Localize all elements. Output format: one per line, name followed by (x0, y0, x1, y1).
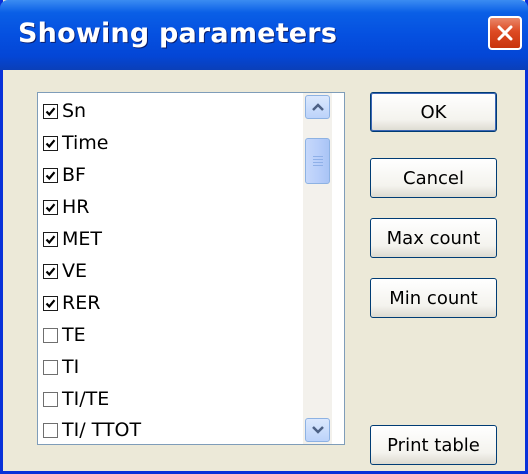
item-label: TE (62, 324, 86, 346)
list-item[interactable]: MET (43, 224, 102, 254)
checkbox[interactable] (43, 167, 58, 183)
grip-line (313, 162, 323, 163)
scroll-up-button[interactable] (305, 95, 330, 119)
checkmark-icon (45, 106, 56, 116)
checkbox[interactable] (43, 231, 58, 247)
item-label: TI/TE (62, 388, 110, 410)
chevron-down-icon (312, 426, 324, 434)
checkbox[interactable] (43, 263, 58, 279)
checkbox[interactable] (43, 135, 58, 151)
print-table-button[interactable]: Print table (370, 425, 497, 465)
checkbox[interactable] (43, 359, 58, 375)
list-item[interactable]: TE (43, 320, 86, 350)
item-label: VE (62, 260, 88, 282)
list-item[interactable]: RER (43, 288, 100, 318)
list-item[interactable]: TI/ TTOT (43, 415, 142, 444)
chevron-up-icon (312, 103, 324, 111)
close-button[interactable] (488, 16, 522, 50)
item-label: HR (62, 196, 90, 218)
checkmark-icon (45, 298, 56, 308)
list-item[interactable]: HR (43, 192, 90, 222)
checkbox[interactable] (43, 327, 58, 343)
item-label: TI/ TTOT (62, 419, 142, 441)
list-item[interactable]: TI/TE (43, 384, 109, 414)
list-item[interactable]: VE (43, 256, 87, 286)
checkbox[interactable] (43, 422, 58, 438)
list-item[interactable]: Sn (43, 96, 86, 126)
cancel-button[interactable]: Cancel (370, 158, 497, 198)
vertical-scrollbar[interactable] (303, 93, 332, 444)
checkbox[interactable] (43, 295, 58, 311)
list-item[interactable]: Time (43, 128, 109, 158)
window-title: Showing parameters (18, 18, 338, 49)
list-item[interactable]: BF (43, 160, 86, 190)
grip-line (313, 156, 323, 157)
title-bar[interactable]: Showing parameters (0, 0, 528, 70)
checkbox[interactable] (43, 199, 58, 215)
checkmark-icon (45, 138, 56, 148)
item-label: Sn (62, 100, 87, 122)
list-item[interactable]: TI (43, 352, 79, 382)
item-label: MET (62, 228, 103, 250)
scroll-down-button[interactable] (305, 418, 330, 442)
grip-line (313, 165, 323, 166)
ok-button[interactable]: OK (370, 92, 497, 132)
item-label: Time (62, 132, 109, 154)
min-count-button[interactable]: Min count (370, 278, 497, 318)
max-count-button[interactable]: Max count (370, 218, 497, 258)
checkmark-icon (45, 170, 56, 180)
parameters-list[interactable]: Sn Time BF HR MET VE RER TE TI TI/TE TI/… (37, 92, 345, 445)
item-label: RER (62, 292, 101, 314)
scroll-thumb[interactable] (305, 138, 330, 184)
checkmark-icon (45, 266, 56, 276)
item-label: BF (62, 164, 86, 186)
checkmark-icon (45, 202, 56, 212)
close-icon (497, 25, 513, 41)
item-label: TI (62, 356, 80, 378)
checkmark-icon (45, 234, 56, 244)
checkbox[interactable] (43, 391, 58, 407)
grip-line (313, 159, 323, 160)
checkbox[interactable] (43, 103, 58, 119)
